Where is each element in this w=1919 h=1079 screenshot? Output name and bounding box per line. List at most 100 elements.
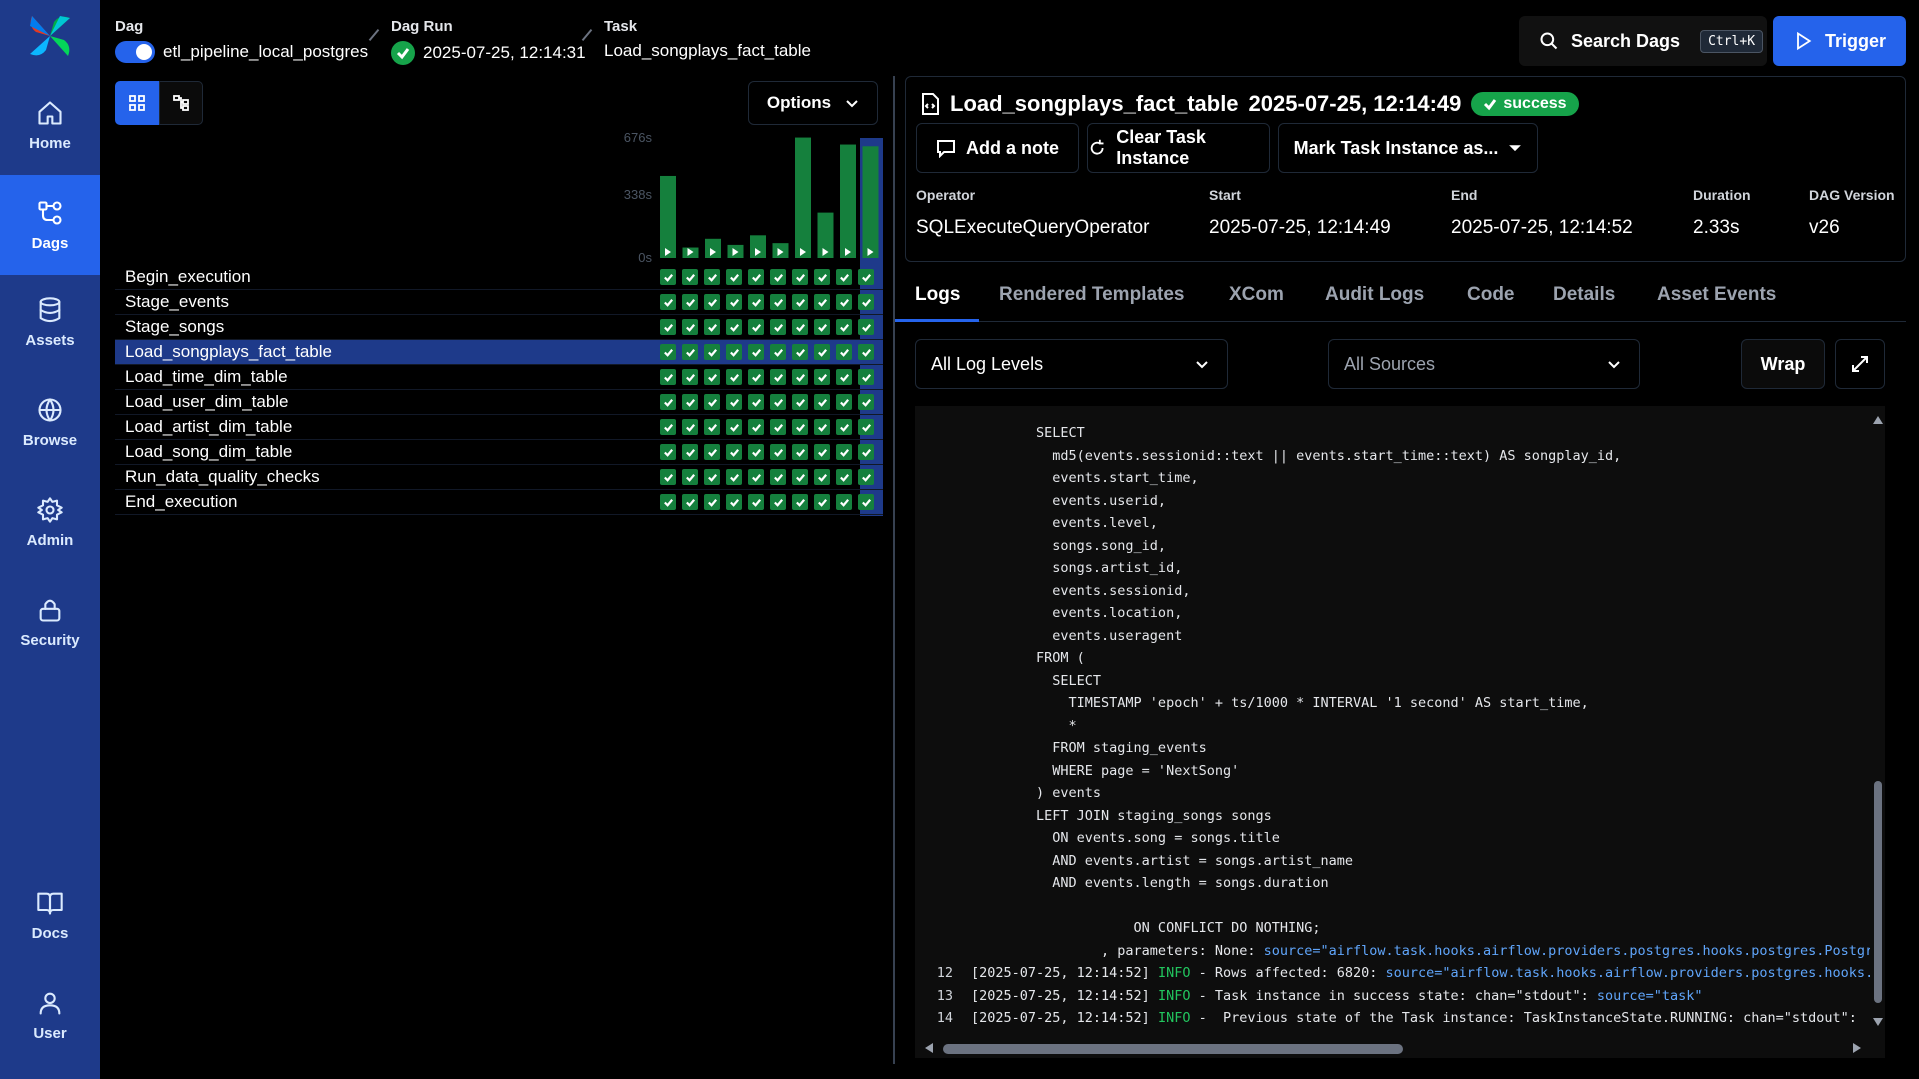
task-instance-cell[interactable]: [836, 444, 852, 460]
task-instance-cell[interactable]: [814, 269, 830, 285]
task-instance-cell[interactable]: [682, 444, 698, 460]
task-instance-cell[interactable]: [682, 294, 698, 310]
task-instance-cell[interactable]: [726, 319, 742, 335]
task-instance-cell[interactable]: [726, 394, 742, 410]
fullscreen-button[interactable]: [1835, 339, 1885, 389]
task-instance-cell[interactable]: [792, 419, 808, 435]
log-level-select[interactable]: All Log Levels: [915, 339, 1228, 389]
task-instance-cell[interactable]: [726, 444, 742, 460]
task-instance-cell[interactable]: [682, 369, 698, 385]
search-dags-button[interactable]: Search Dags Ctrl+K: [1519, 16, 1767, 66]
breadcrumb-task-link[interactable]: Load_songplays_fact_table: [604, 41, 811, 61]
task-name[interactable]: Load_song_dim_table: [115, 442, 655, 462]
scroll-right-arrow[interactable]: [1853, 1043, 1861, 1053]
sidebar-item-user[interactable]: User: [0, 970, 100, 1060]
task-instance-cell[interactable]: [792, 269, 808, 285]
task-instance-cell[interactable]: [748, 294, 764, 310]
task-instance-cell[interactable]: [770, 294, 786, 310]
task-instance-cell[interactable]: [748, 444, 764, 460]
tab-code[interactable]: Code: [1467, 284, 1515, 306]
tab-xcom[interactable]: XCom: [1229, 284, 1284, 306]
tab-audit-logs[interactable]: Audit Logs: [1325, 284, 1424, 306]
sidebar-item-security[interactable]: Security: [0, 577, 100, 667]
tab-logs[interactable]: Logs: [915, 284, 960, 306]
task-instance-cell[interactable]: [726, 494, 742, 510]
task-instance-cell[interactable]: [858, 469, 874, 485]
task-name[interactable]: Load_songplays_fact_table: [115, 342, 655, 362]
trigger-button[interactable]: Trigger: [1773, 16, 1906, 66]
dag-pause-toggle[interactable]: [115, 41, 155, 63]
task-name[interactable]: Stage_events: [115, 292, 655, 312]
task-instance-cell[interactable]: [660, 494, 676, 510]
task-instance-cell[interactable]: [858, 419, 874, 435]
task-instance-cell[interactable]: [726, 369, 742, 385]
run-duration-bar[interactable]: [705, 238, 721, 258]
task-instance-cell[interactable]: [792, 469, 808, 485]
task-instance-cell[interactable]: [682, 494, 698, 510]
grid-view-button[interactable]: [115, 81, 159, 125]
task-instance-cell[interactable]: [748, 494, 764, 510]
task-name[interactable]: Stage_songs: [115, 317, 655, 337]
task-instance-cell[interactable]: [726, 469, 742, 485]
task-instance-cell[interactable]: [792, 444, 808, 460]
task-name[interactable]: Run_data_quality_checks: [115, 467, 655, 487]
scroll-thumb[interactable]: [1874, 781, 1882, 1003]
task-row[interactable]: Load_user_dim_table: [115, 390, 883, 415]
task-instance-cell[interactable]: [770, 494, 786, 510]
task-instance-cell[interactable]: [814, 419, 830, 435]
task-instance-cell[interactable]: [660, 419, 676, 435]
task-instance-cell[interactable]: [748, 269, 764, 285]
task-row[interactable]: Stage_songs: [115, 315, 883, 340]
task-row[interactable]: Run_data_quality_checks: [115, 465, 883, 490]
task-instance-cell[interactable]: [660, 294, 676, 310]
task-instance-cell[interactable]: [858, 444, 874, 460]
task-name[interactable]: Load_time_dim_table: [115, 367, 655, 387]
run-duration-bar[interactable]: [795, 137, 811, 258]
add-note-button[interactable]: Add a note: [916, 123, 1079, 173]
tab-asset-events[interactable]: Asset Events: [1657, 284, 1776, 306]
task-instance-cell[interactable]: [682, 419, 698, 435]
task-instance-cell[interactable]: [660, 269, 676, 285]
task-instance-cell[interactable]: [704, 344, 720, 360]
task-instance-cell[interactable]: [814, 444, 830, 460]
task-instance-cell[interactable]: [770, 369, 786, 385]
task-instance-cell[interactable]: [726, 419, 742, 435]
run-duration-bar[interactable]: [660, 175, 676, 258]
task-instance-cell[interactable]: [858, 494, 874, 510]
task-instance-cell[interactable]: [660, 344, 676, 360]
task-instance-cell[interactable]: [858, 269, 874, 285]
task-instance-cell[interactable]: [682, 269, 698, 285]
scroll-up-arrow[interactable]: [1873, 416, 1883, 424]
task-instance-cell[interactable]: [660, 319, 676, 335]
task-row[interactable]: End_execution: [115, 490, 883, 515]
task-row[interactable]: Load_artist_dim_table: [115, 415, 883, 440]
scroll-left-arrow[interactable]: [925, 1043, 933, 1053]
task-instance-cell[interactable]: [814, 394, 830, 410]
sidebar-item-dags[interactable]: Dags: [0, 175, 100, 275]
log-vertical-scrollbar[interactable]: [1871, 406, 1885, 1038]
scroll-thumb[interactable]: [943, 1044, 1403, 1054]
tab-details[interactable]: Details: [1553, 284, 1615, 306]
task-instance-cell[interactable]: [726, 344, 742, 360]
task-name[interactable]: Load_artist_dim_table: [115, 417, 655, 437]
task-instance-cell[interactable]: [858, 344, 874, 360]
task-instance-cell[interactable]: [770, 319, 786, 335]
task-instance-cell[interactable]: [660, 394, 676, 410]
task-instance-cell[interactable]: [682, 344, 698, 360]
wrap-button[interactable]: Wrap: [1741, 339, 1825, 389]
task-instance-cell[interactable]: [858, 294, 874, 310]
mark-task-instance-button[interactable]: Mark Task Instance as...: [1278, 123, 1538, 173]
task-instance-cell[interactable]: [770, 269, 786, 285]
run-duration-bar[interactable]: [840, 144, 856, 258]
breadcrumb-dag-link[interactable]: etl_pipeline_local_postgres: [163, 42, 368, 62]
task-name[interactable]: End_execution: [115, 492, 655, 512]
panel-divider[interactable]: [893, 76, 895, 1064]
task-instance-cell[interactable]: [726, 294, 742, 310]
task-instance-cell[interactable]: [836, 344, 852, 360]
task-instance-cell[interactable]: [792, 344, 808, 360]
task-instance-cell[interactable]: [770, 394, 786, 410]
task-instance-cell[interactable]: [748, 319, 764, 335]
task-instance-cell[interactable]: [704, 469, 720, 485]
run-duration-bar[interactable]: [750, 235, 766, 258]
task-instance-cell[interactable]: [858, 369, 874, 385]
